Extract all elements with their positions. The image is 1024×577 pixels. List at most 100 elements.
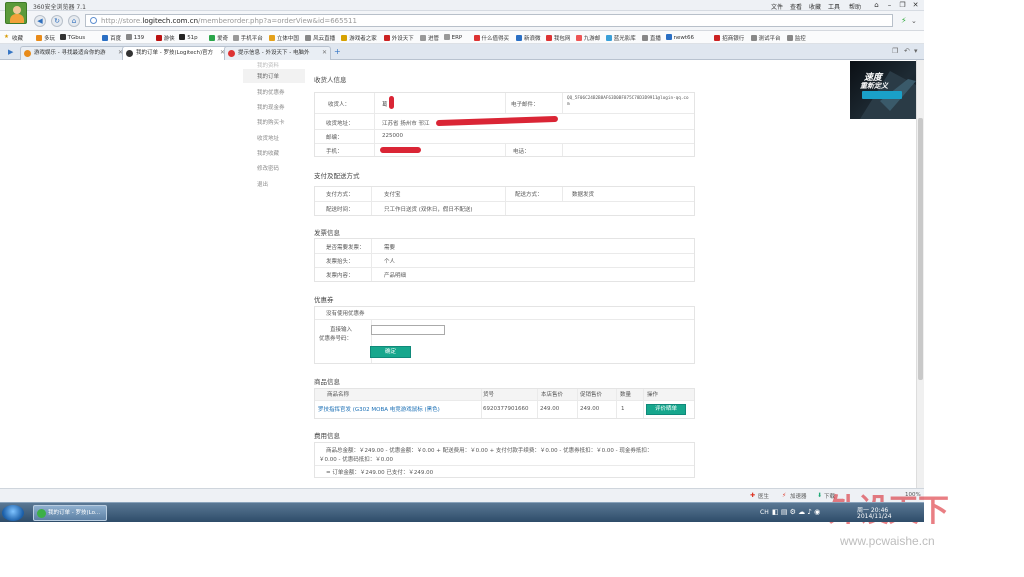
back-icon[interactable]: ◀ — [34, 15, 46, 27]
sidebar-item-password[interactable]: 修改密码 — [257, 164, 279, 172]
review-button[interactable]: 评价晒单 — [646, 404, 686, 415]
sidebar-item-coupons[interactable]: 我的优惠券 — [257, 88, 285, 96]
bookmark-item[interactable]: TGbus — [59, 34, 85, 41]
doctor-icon[interactable]: ✚ — [750, 492, 755, 499]
sidebar-item-cards[interactable]: 我的购买卡 — [257, 118, 285, 126]
sidebar-item-logout[interactable]: 退出 — [257, 180, 268, 188]
mobile-label: 手机： — [326, 149, 343, 155]
bookmark-item[interactable]: 51p — [179, 34, 198, 41]
goods-header-sku: 货号 — [483, 392, 495, 398]
status-bar: ✚ 医生 ⚡ 加速器 ⬇ 下载 100% — [0, 488, 924, 502]
menu-tools[interactable]: 工具 — [828, 2, 840, 11]
favorites-star-icon[interactable]: ★ — [4, 34, 9, 40]
tab-notice[interactable]: 提示信息 - 外设天下 - 电脑外 ✕ — [224, 46, 331, 60]
tab-undo-icon[interactable]: ↶ — [904, 47, 910, 55]
bookmarks-label[interactable]: 收藏 — [12, 34, 23, 42]
bookmark-icon — [545, 35, 552, 41]
browser-icon — [37, 509, 46, 518]
bookmark-item[interactable]: 监控 — [786, 34, 806, 42]
sidebar-item-address[interactable]: 收货地址 — [257, 134, 279, 142]
tab-restore-icon[interactable]: ❐ — [892, 47, 898, 55]
payment-table — [314, 186, 695, 216]
goods-header-name: 商品名称 — [327, 392, 350, 398]
advertisement-banner[interactable]: 速度 重新定义 — [850, 61, 916, 119]
browser-title: 360安全浏览器 7.1 — [33, 4, 86, 11]
sidebar-item-favorites[interactable]: 我的收藏 — [257, 149, 279, 157]
product-link[interactable]: 罗技指挥官发 (G302 MOBA 电竞游戏鼠标 (黑色) — [318, 405, 440, 413]
bookmark-item[interactable]: 什么值得买 — [473, 34, 509, 42]
ime-indicator[interactable]: CH — [760, 509, 769, 516]
minimize-icon[interactable]: – — [884, 1, 895, 9]
bookmark-item[interactable]: 立体中国 — [268, 34, 299, 42]
fees-section-title: 费用信息 — [314, 432, 340, 440]
bookmark-item[interactable]: 游戏者之家 — [341, 34, 377, 42]
browser-title-bar: 360安全浏览器 7.1 文件 查看 收藏 工具 帮助 ⌂ – ❐ ✕ — [0, 0, 924, 11]
scrollbar-thumb[interactable] — [918, 118, 923, 380]
menu-help[interactable]: 帮助 — [849, 2, 861, 11]
address-bar[interactable]: http://store.logitech.com.cn/memberorder… — [85, 14, 893, 27]
invoice-section-title: 发票信息 — [314, 229, 340, 237]
bookmark-item[interactable]: newt66 — [665, 34, 694, 41]
bookmark-item[interactable]: 直播 — [641, 34, 661, 42]
download-icon[interactable]: ⬇ — [817, 492, 822, 499]
bookmark-item[interactable]: 九游邮 — [575, 34, 600, 42]
restore-icon[interactable]: ❐ — [897, 1, 908, 9]
bookmark-item[interactable]: 新浪微 — [516, 34, 541, 42]
tab-my-orders[interactable]: 我的订单 - 罗技(Logitech)官方 ✕ — [122, 46, 229, 60]
bookmark-item[interactable]: 百度 — [102, 34, 121, 42]
bookmark-icon — [516, 35, 522, 41]
bookmark-item[interactable]: 风云直播 — [305, 34, 335, 42]
menu-view[interactable]: 查看 — [790, 2, 802, 11]
bookmark-icon — [232, 35, 239, 41]
bookmark-item[interactable]: 游侠 — [155, 34, 175, 42]
tab-games[interactable]: 游戏娱乐 - 寻找最适合你的游 ✕ — [20, 46, 127, 60]
bookmark-item[interactable]: 外设天下 — [383, 34, 414, 42]
sidebar-item-orders[interactable]: 我的订单 — [243, 69, 305, 83]
bookmark-icon — [155, 35, 162, 41]
bookmark-icon — [605, 35, 612, 41]
dropdown-icon[interactable]: ⌄ — [911, 17, 917, 25]
email-value: QQ_5F06C24B2B8AF63D0BF875C78D3D9911@logi… — [567, 96, 689, 107]
product-sku: 6920377901660 — [483, 406, 529, 412]
menu-file[interactable]: 文件 — [771, 2, 783, 11]
bookmark-icon — [59, 34, 66, 40]
speed-icon[interactable]: ⚡ — [901, 16, 907, 25]
avatar[interactable] — [5, 2, 27, 24]
bookmark-item[interactable]: ERP — [443, 34, 462, 41]
close-icon[interactable]: ✕ — [910, 1, 921, 9]
tray-icons[interactable]: ◧ ▤ ⚙ ☁ ♪ ◉ — [772, 508, 820, 516]
bookmark-item[interactable]: 多玩 — [36, 34, 55, 42]
goods-header-promo: 促销售价 — [580, 392, 603, 398]
url-text[interactable]: http://store.logitech.com.cn/memberorder… — [101, 17, 357, 25]
status-accelerator[interactable]: 加速器 — [790, 492, 807, 500]
bookmark-item[interactable]: 139 — [125, 34, 144, 41]
bookmark-item[interactable]: 测试平台 — [750, 34, 781, 42]
refresh-icon[interactable]: ↻ — [51, 15, 63, 27]
coupon-code-input[interactable] — [371, 325, 445, 335]
taskbar-browser-item[interactable]: 我的订单 - 罗技(Lo... — [33, 505, 107, 521]
bookmark-item[interactable]: 进管 — [420, 34, 439, 42]
receiver-section-title: 收货人信息 — [314, 76, 347, 84]
coupon-confirm-button[interactable]: 确定 — [370, 346, 411, 358]
accelerator-icon[interactable]: ⚡ — [782, 492, 786, 499]
new-tab-icon[interactable]: + — [334, 47, 341, 56]
bookmark-item[interactable]: 招商银行 — [714, 34, 744, 42]
clock-date[interactable]: 2014/11/24 — [857, 513, 892, 520]
home-icon[interactable]: ⌂ — [68, 15, 80, 27]
tab-menu-icon[interactable]: ▾ — [914, 47, 918, 55]
status-doctor[interactable]: 医生 — [758, 492, 769, 500]
tab-list-icon[interactable]: ▶ — [8, 48, 13, 56]
sidebar-item-profile[interactable]: 我的资料 — [257, 61, 279, 69]
phone-label: 电话： — [513, 149, 530, 155]
bookmark-icon — [341, 35, 348, 41]
invoice-need-value: 需要 — [384, 245, 396, 251]
bookmark-item[interactable]: 蓝光影库 — [605, 34, 636, 42]
skin-icon[interactable]: ⌂ — [871, 1, 882, 9]
bookmark-icon — [268, 35, 275, 41]
start-button[interactable] — [2, 505, 24, 521]
bookmark-item[interactable]: 爱奇 — [209, 34, 228, 42]
menu-favorites[interactable]: 收藏 — [809, 2, 821, 11]
bookmark-item[interactable]: 我包网 — [545, 34, 570, 42]
sidebar-item-cash-coupons[interactable]: 我的现金券 — [257, 103, 285, 111]
bookmark-item[interactable]: 手机平台 — [232, 34, 263, 42]
